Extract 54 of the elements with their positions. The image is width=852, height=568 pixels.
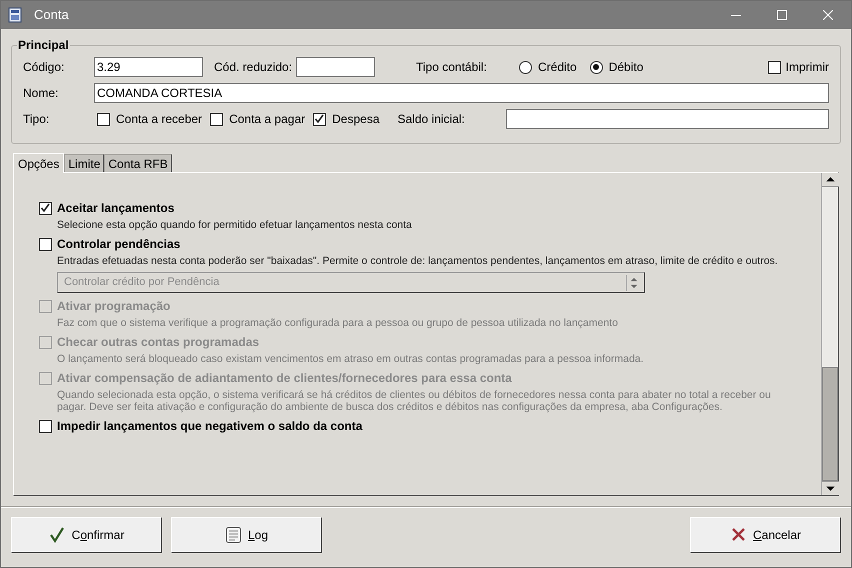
radio-button[interactable] [519,60,532,74]
field-label: Tipo contábil: [416,59,488,76]
field-label: Código: [23,59,66,76]
scroll-up-icon [822,173,839,187]
input-field[interactable] [296,57,375,77]
checkbox[interactable] [97,112,110,126]
checkbox[interactable] [39,202,52,214]
log-button[interactable]: Log [171,517,322,553]
checkbox[interactable] [313,112,326,126]
scrollbar-thumb[interactable] [822,367,838,481]
field-label: Saldo inicial: [398,111,466,128]
checkbox[interactable] [39,238,52,250]
tab[interactable]: Opções [13,153,64,173]
field-label: Tipo: [23,111,50,128]
option-label: Ativar compensação de adiantamento de clientes/fornecedores para essa conta [57,370,512,387]
radio-label: Crédito [538,59,577,76]
checkbox-label: Despesa [332,111,380,128]
app-icon [8,7,22,23]
tab[interactable]: Conta RFB [104,154,172,172]
window-title: Conta [34,6,69,24]
option-label: Ativar programação [57,298,170,315]
confirm-button[interactable]: Confirmar [11,517,162,553]
option-description: Faz com que o sistema verifique a programação configurada para a pessoa ou grupo de pessoa utilizada no lançamento [57,317,619,329]
field-label: Nome: [23,85,60,102]
option-label: Impedir lançamentos que negativem o saldo da conta [57,418,362,435]
tab[interactable]: Limite [64,154,104,172]
group-title: Principal [17,37,70,54]
checkbox-label: Conta a pagar [229,111,306,128]
field-label: Cód. reduzido: [214,59,294,76]
cancel-button[interactable]: Cancelar [690,517,841,553]
scrollbar[interactable] [821,173,838,495]
option-description: Entradas efetuadas nesta conta poderão ser "baixadas". Permite o controle de: lançamentos pendentes, lançamentos em atraso, limite de crédito e outros. [57,255,779,267]
minimize-icon [731,14,741,16]
scroll-down-icon [822,481,839,495]
option-label: Checar outras contas programadas [57,334,260,351]
check-icon [48,526,66,544]
option-description: O lançamento será bloqueado caso existam vencimentos em atraso em outras contas programadas para a pessoa informada. [57,353,645,365]
maximize-icon [777,10,787,20]
input-field[interactable] [506,109,829,129]
checkbox-label: Conta a receber [116,111,202,128]
option-description: Selecione esta opção quando for permitido efetuar lançamentos nesta conta [57,219,413,231]
input-field[interactable]: 3.29 [94,57,203,77]
radio-button[interactable] [590,60,603,74]
input-field[interactable]: COMANDA CORTESIA [94,83,829,103]
close-icon [823,10,833,20]
option-label: Aceitar lançamentos [57,200,174,217]
checkbox[interactable] [210,112,224,126]
option-description: Quando selecionada esta opção, o sistema verificará se há créditos de clientes ou débitos de fornecedores nessa conta para abater no total a receber ou pagar. Deve ser feita ativação e configuração do ambiente de busca dos créditos e débitos nas configurações da empresa, aba Configurações. [57,389,772,413]
checkbox-label: Imprimir [786,59,829,76]
option-label: Controlar pendências [57,236,180,253]
checkbox[interactable] [39,420,52,432]
checkbox[interactable] [768,60,781,74]
radio-label: Débito [608,59,644,76]
document-icon [224,526,242,544]
